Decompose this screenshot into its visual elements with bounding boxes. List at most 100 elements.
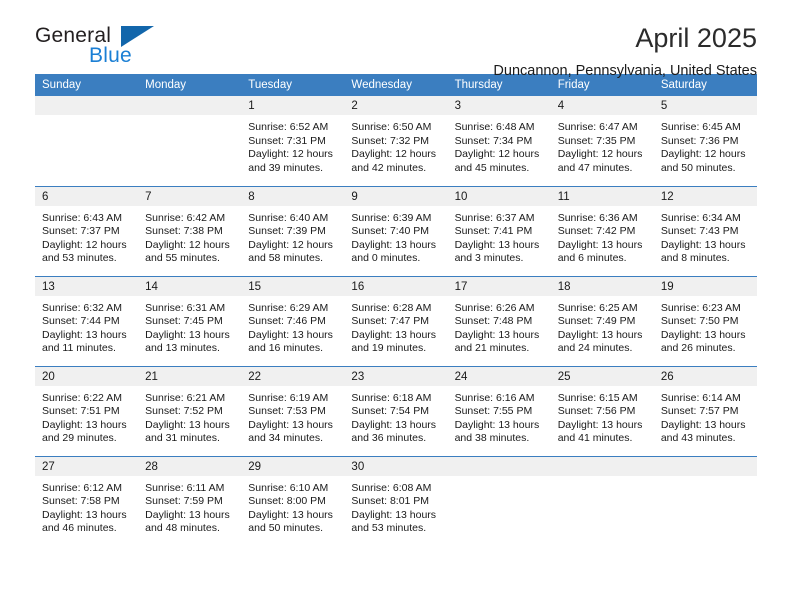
day-cell[interactable]: 6 Sunrise: 6:43 AM Sunset: 7:37 PM Dayli… (35, 185, 139, 276)
day-cell[interactable] (35, 96, 139, 186)
sunset-text: Sunset: 7:57 PM (660, 405, 739, 418)
sunrise-text: Sunrise: 6:21 AM (145, 391, 226, 404)
day-cell[interactable]: 17 Sunrise: 6:26 AM Sunset: 7:48 PM Dayl… (447, 275, 551, 366)
sunset-text: Sunset: 7:43 PM (660, 225, 739, 238)
day-info: Sunrise: 6:50 AM Sunset: 7:32 PM Dayligh… (344, 115, 447, 175)
day-number: 28 (138, 456, 242, 476)
day-number (550, 456, 654, 476)
sunrise-text: Sunrise: 6:25 AM (557, 301, 638, 314)
general-blue-logo: General Blue (35, 22, 165, 74)
day-cell[interactable]: 27 Sunrise: 6:12 AM Sunset: 7:58 PM Dayl… (35, 455, 139, 546)
sunrise-text: Sunrise: 6:39 AM (351, 211, 432, 224)
week-row: 27 Sunrise: 6:12 AM Sunset: 7:58 PM Dayl… (35, 455, 757, 546)
day-cell[interactable]: 9 Sunrise: 6:39 AM Sunset: 7:40 PM Dayli… (344, 185, 448, 276)
sunset-text: Sunset: 7:32 PM (351, 134, 430, 147)
day-cell[interactable]: 7 Sunrise: 6:42 AM Sunset: 7:38 PM Dayli… (138, 185, 242, 276)
daylight-text-line2: and 45 minutes. (454, 161, 530, 174)
day-cell[interactable] (447, 455, 551, 546)
sunrise-text: Sunrise: 6:47 AM (557, 121, 638, 133)
day-number: 21 (138, 366, 242, 386)
day-cell[interactable]: 20 Sunrise: 6:22 AM Sunset: 7:51 PM Dayl… (35, 365, 139, 456)
daylight-text-line1: Daylight: 13 hours (248, 508, 333, 521)
day-number: 18 (550, 276, 654, 296)
day-info: Sunrise: 6:32 AM Sunset: 7:44 PM Dayligh… (35, 296, 138, 356)
day-number: 14 (138, 276, 242, 296)
day-cell[interactable] (653, 455, 757, 546)
day-cell[interactable]: 30 Sunrise: 6:08 AM Sunset: 8:01 PM Dayl… (344, 455, 448, 546)
day-cell[interactable]: 14 Sunrise: 6:31 AM Sunset: 7:45 PM Dayl… (138, 275, 242, 366)
day-cell[interactable]: 2 Sunrise: 6:50 AM Sunset: 7:32 PM Dayli… (344, 96, 448, 186)
daylight-text-line2: and 50 minutes. (248, 522, 323, 535)
calendar-page: General Blue April 2025 Duncannon, Penns… (0, 0, 792, 612)
daylight-text-line1: Daylight: 12 hours (248, 148, 333, 161)
sunset-text: Sunset: 7:48 PM (454, 315, 533, 328)
day-number: 27 (35, 456, 139, 476)
daylight-text-line2: and 47 minutes. (557, 161, 633, 174)
day-number: 8 (241, 186, 345, 206)
day-cell[interactable]: 26 Sunrise: 6:14 AM Sunset: 7:57 PM Dayl… (653, 365, 757, 456)
day-cell[interactable]: 28 Sunrise: 6:11 AM Sunset: 7:59 PM Dayl… (138, 455, 242, 546)
day-info: Sunrise: 6:10 AM Sunset: 8:00 PM Dayligh… (241, 476, 344, 536)
day-cell[interactable]: 3 Sunrise: 6:48 AM Sunset: 7:34 PM Dayli… (447, 96, 551, 186)
daylight-text-line2: and 55 minutes. (145, 252, 220, 265)
sunset-text: Sunset: 7:37 PM (42, 225, 120, 238)
daylight-text-line2: and 21 minutes. (454, 342, 530, 355)
daylight-text-line1: Daylight: 13 hours (42, 418, 127, 431)
sunset-text: Sunset: 7:42 PM (557, 225, 636, 238)
day-cell[interactable]: 19 Sunrise: 6:23 AM Sunset: 7:50 PM Dayl… (653, 275, 757, 366)
sunset-text: Sunset: 8:01 PM (351, 495, 430, 508)
day-info: Sunrise: 6:21 AM Sunset: 7:52 PM Dayligh… (138, 386, 241, 446)
sunset-text: Sunset: 7:51 PM (42, 405, 120, 418)
day-info: Sunrise: 6:43 AM Sunset: 7:37 PM Dayligh… (35, 206, 138, 266)
day-info: Sunrise: 6:52 AM Sunset: 7:31 PM Dayligh… (241, 115, 344, 175)
day-number: 13 (35, 276, 139, 296)
day-cell[interactable]: 16 Sunrise: 6:28 AM Sunset: 7:47 PM Dayl… (344, 275, 448, 366)
day-cell[interactable]: 21 Sunrise: 6:21 AM Sunset: 7:52 PM Dayl… (138, 365, 242, 456)
page-title: April 2025 (635, 23, 757, 53)
sunset-text: Sunset: 7:44 PM (42, 315, 120, 328)
sunset-text: Sunset: 7:45 PM (145, 315, 223, 328)
daylight-text-line2: and 24 minutes. (557, 342, 633, 355)
day-info: Sunrise: 6:45 AM Sunset: 7:36 PM Dayligh… (654, 115, 757, 175)
day-cell[interactable]: 23 Sunrise: 6:18 AM Sunset: 7:54 PM Dayl… (344, 365, 448, 456)
day-cell[interactable]: 25 Sunrise: 6:15 AM Sunset: 7:56 PM Dayl… (550, 365, 654, 456)
daylight-text-line1: Daylight: 12 hours (454, 148, 540, 161)
day-info: Sunrise: 6:42 AM Sunset: 7:38 PM Dayligh… (138, 206, 241, 266)
daylight-text-line2: and 19 minutes. (351, 342, 427, 355)
day-number: 9 (344, 186, 448, 206)
sunset-text: Sunset: 7:55 PM (454, 405, 533, 418)
daylight-text-line1: Daylight: 13 hours (42, 508, 127, 521)
day-cell[interactable]: 4 Sunrise: 6:47 AM Sunset: 7:35 PM Dayli… (550, 96, 654, 186)
daylight-text-line1: Daylight: 12 hours (145, 238, 230, 251)
day-cell[interactable]: 15 Sunrise: 6:29 AM Sunset: 7:46 PM Dayl… (241, 275, 345, 366)
day-cell[interactable]: 29 Sunrise: 6:10 AM Sunset: 8:00 PM Dayl… (241, 455, 345, 546)
day-cell[interactable]: 8 Sunrise: 6:40 AM Sunset: 7:39 PM Dayli… (241, 185, 345, 276)
day-number (35, 96, 139, 115)
day-cell[interactable]: 18 Sunrise: 6:25 AM Sunset: 7:49 PM Dayl… (550, 275, 654, 366)
day-cell[interactable]: 5 Sunrise: 6:45 AM Sunset: 7:36 PM Dayli… (653, 96, 757, 186)
day-cell[interactable]: 11 Sunrise: 6:36 AM Sunset: 7:42 PM Dayl… (550, 185, 654, 276)
day-cell[interactable]: 13 Sunrise: 6:32 AM Sunset: 7:44 PM Dayl… (35, 275, 139, 366)
day-cell[interactable]: 10 Sunrise: 6:37 AM Sunset: 7:41 PM Dayl… (447, 185, 551, 276)
day-cell[interactable]: 22 Sunrise: 6:19 AM Sunset: 7:53 PM Dayl… (241, 365, 345, 456)
sunrise-text: Sunrise: 6:28 AM (351, 301, 432, 314)
sunrise-text: Sunrise: 6:10 AM (248, 481, 329, 494)
daylight-text-line1: Daylight: 13 hours (351, 238, 437, 251)
sunset-text: Sunset: 7:36 PM (660, 134, 739, 147)
day-number: 15 (241, 276, 345, 296)
day-info: Sunrise: 6:12 AM Sunset: 7:58 PM Dayligh… (35, 476, 138, 536)
daylight-text-line1: Daylight: 13 hours (351, 508, 437, 521)
day-cell[interactable]: 24 Sunrise: 6:16 AM Sunset: 7:55 PM Dayl… (447, 365, 551, 456)
daylight-text-line1: Daylight: 12 hours (557, 148, 643, 161)
sunset-text: Sunset: 7:49 PM (557, 315, 636, 328)
day-cell[interactable] (138, 96, 242, 186)
day-cell[interactable]: 12 Sunrise: 6:34 AM Sunset: 7:43 PM Dayl… (653, 185, 757, 276)
day-number: 5 (653, 96, 757, 115)
sunrise-text: Sunrise: 6:15 AM (557, 391, 638, 404)
sunrise-text: Sunrise: 6:08 AM (351, 481, 432, 494)
day-number: 25 (550, 366, 654, 386)
day-cell[interactable]: 1 Sunrise: 6:52 AM Sunset: 7:31 PM Dayli… (241, 96, 345, 186)
day-info: Sunrise: 6:37 AM Sunset: 7:41 PM Dayligh… (448, 206, 551, 266)
day-cell[interactable] (550, 455, 654, 546)
sunrise-text: Sunrise: 6:48 AM (454, 121, 535, 133)
